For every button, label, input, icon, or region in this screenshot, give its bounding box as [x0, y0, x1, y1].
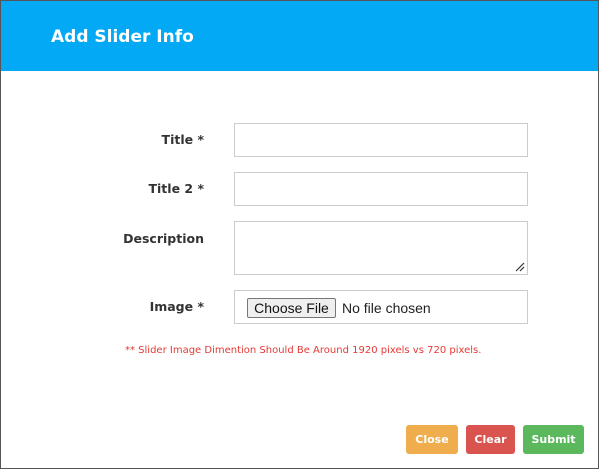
dimension-note: ** Slider Image Dimention Should Be Arou…: [125, 345, 482, 356]
modal-title: Add Slider Info: [51, 27, 194, 47]
description-textarea[interactable]: [234, 221, 528, 275]
image-file-input[interactable]: Choose File No file chosen: [234, 290, 528, 324]
clear-button[interactable]: Clear: [466, 425, 515, 454]
title2-input[interactable]: [234, 172, 528, 206]
resize-handle-icon[interactable]: [515, 262, 525, 272]
modal-header: Add Slider Info: [1, 1, 598, 71]
choose-file-button[interactable]: Choose File: [247, 298, 336, 318]
file-status-text: No file chosen: [342, 300, 431, 316]
title2-label: Title 2 *: [148, 181, 205, 196]
title-input[interactable]: [234, 123, 528, 157]
submit-button[interactable]: Submit: [523, 425, 584, 454]
image-label: Image *: [149, 299, 204, 314]
add-slider-modal: Add Slider Info Title * Title 2 * Descri…: [0, 0, 599, 469]
close-button[interactable]: Close: [406, 425, 458, 454]
description-label: Description: [123, 231, 204, 246]
title-label: Title *: [161, 132, 204, 147]
